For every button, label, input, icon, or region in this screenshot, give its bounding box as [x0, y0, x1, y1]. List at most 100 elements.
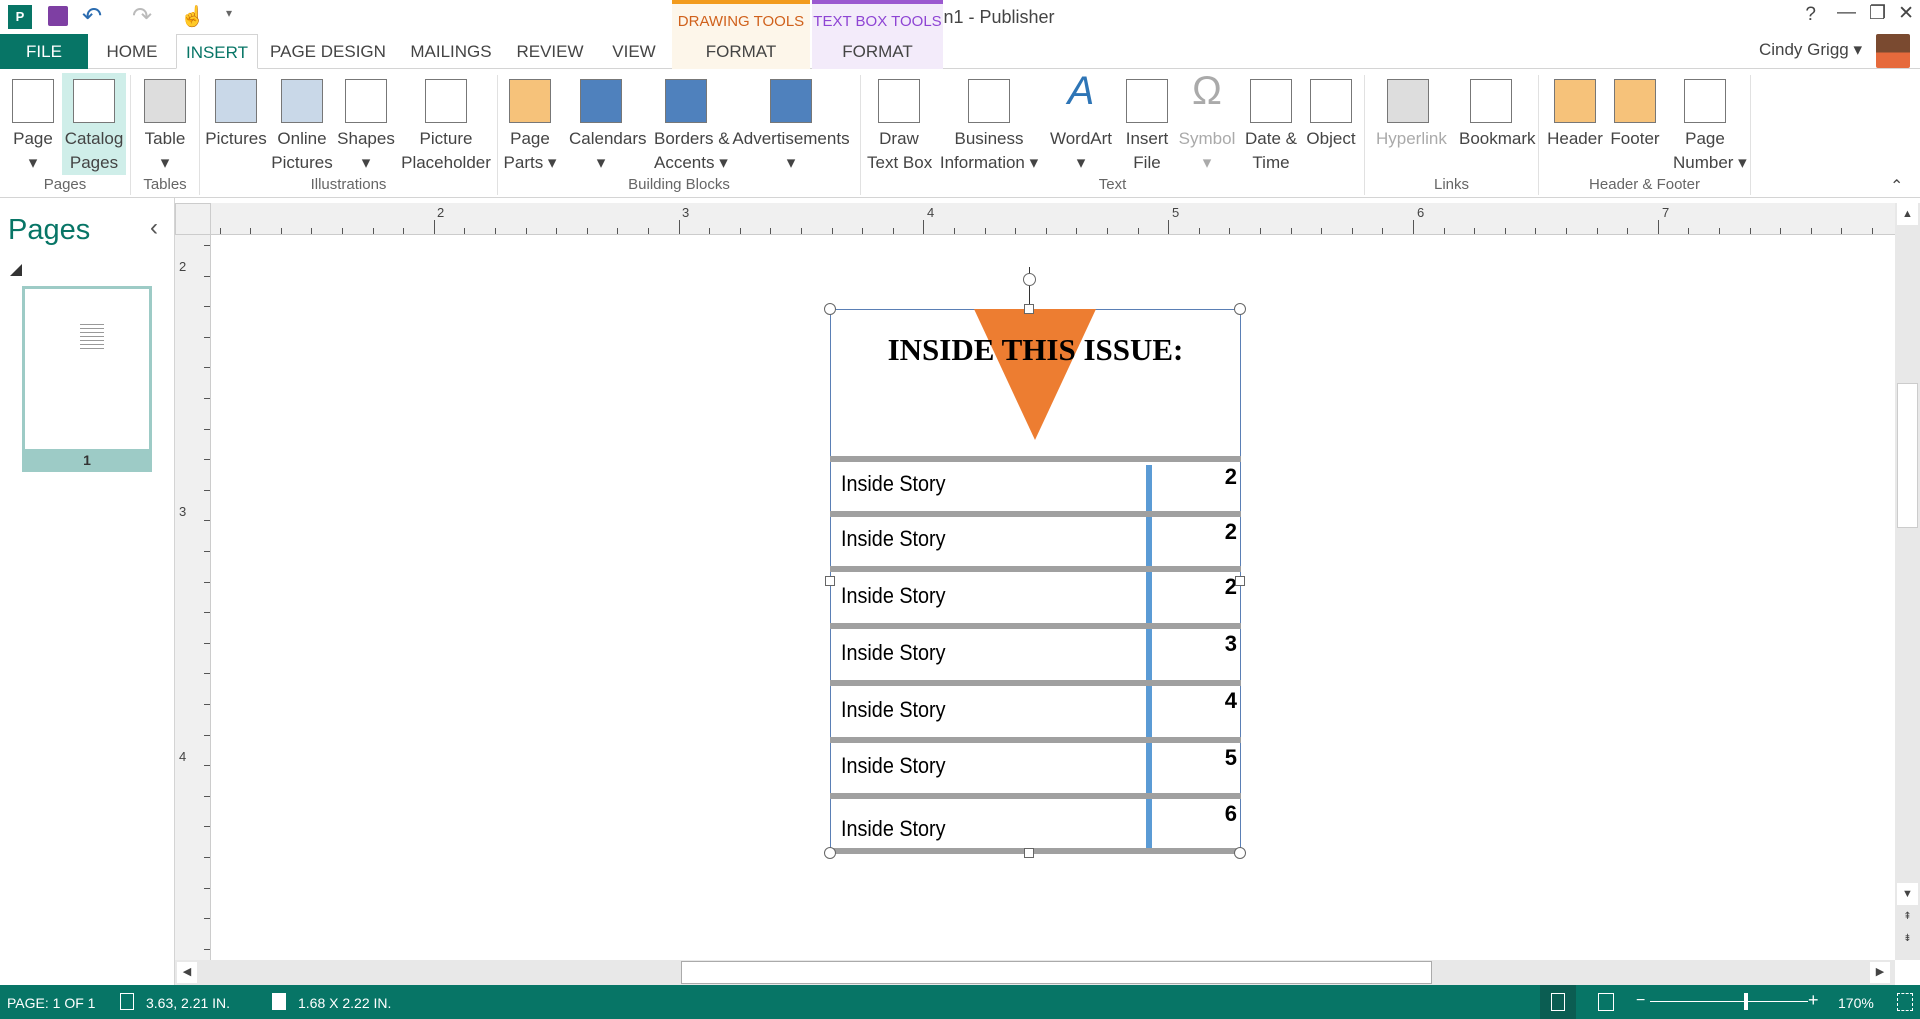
zoom-level[interactable]: 170% [1838, 995, 1874, 1011]
catalog-pages-icon [73, 79, 115, 123]
footer-icon [1614, 79, 1656, 123]
scroll-right-button[interactable]: ▶ [1870, 962, 1890, 983]
insert-file-button[interactable]: Insert File [1115, 73, 1179, 175]
tab-format-drawing[interactable]: FORMAT [672, 34, 810, 69]
horizontal-scrollbar[interactable]: ◀ ▶ [175, 960, 1895, 985]
draw-text-box-button[interactable]: Draw Text Box [867, 73, 932, 175]
toc-row[interactable]: Inside Story 2 [830, 517, 1241, 566]
catalog-pages-button[interactable]: Catalog Pages [62, 73, 126, 175]
toc-page-number: 4 [1224, 688, 1237, 713]
zoom-slider[interactable] [1650, 1001, 1808, 1002]
page-parts-button[interactable]: Page Parts ▾ [498, 73, 562, 175]
tab-mailings[interactable]: MAILINGS [398, 34, 504, 69]
zoom-slider-thumb[interactable] [1744, 993, 1749, 1010]
bookmark-button[interactable]: Bookmark [1459, 73, 1536, 175]
object-button[interactable]: Object [1299, 73, 1363, 175]
borders-accents-button[interactable]: Borders & Accents ▾ [654, 73, 730, 175]
hyperlink-button[interactable]: Hyperlink [1376, 73, 1447, 175]
side-resize-handle[interactable] [825, 576, 835, 586]
picture-placeholder-button[interactable]: Picture Placeholder [394, 73, 499, 175]
previous-page-button[interactable]: ⇞ [1897, 911, 1918, 922]
expand-triangle-icon[interactable] [10, 264, 22, 276]
page-number-button[interactable]: Page Number ▾ [1673, 73, 1747, 175]
toc-row[interactable]: Inside Story 2 [830, 462, 1241, 511]
tab-format-text-box[interactable]: FORMAT [812, 34, 943, 69]
toc-row[interactable]: Inside Story 2 [830, 572, 1241, 623]
tab-home[interactable]: HOME [88, 34, 176, 69]
shapes-icon [345, 79, 387, 123]
page-button[interactable]: Page ▾ [1, 73, 65, 175]
collapse-ribbon-icon[interactable]: ⌃ [1890, 176, 1903, 196]
toc-row[interactable]: Inside Story 5 [830, 743, 1241, 793]
advertisements-icon [770, 79, 812, 123]
horizontal-scroll-thumb[interactable] [681, 961, 1432, 984]
page-number-icon [1684, 79, 1726, 123]
corner-resize-handle[interactable] [1234, 847, 1246, 859]
ruler-tick [204, 336, 210, 338]
hyperlink-icon [1387, 79, 1429, 123]
vertical-scrollbar[interactable]: ▲ ▼ ⇞ ⇟ [1895, 203, 1920, 960]
scroll-up-button[interactable]: ▲ [1897, 203, 1918, 225]
shapes-button[interactable]: Shapes ▾ [334, 73, 398, 175]
corner-resize-handle[interactable] [824, 303, 836, 315]
tab-review[interactable]: REVIEW [504, 34, 596, 69]
button-label: Calendars [569, 129, 647, 148]
ruler-tick [204, 581, 210, 583]
page-thumbnail[interactable]: 1 [22, 286, 152, 472]
tab-insert[interactable]: INSERT [176, 34, 258, 69]
corner-resize-handle[interactable] [1234, 303, 1246, 315]
side-resize-handle[interactable] [1024, 848, 1034, 858]
ruler-tick [204, 612, 210, 614]
status-bar: PAGE: 1 OF 1 3.63, 2.21 IN. 1.68 X 2.22 … [0, 985, 1920, 1019]
page-parts-icon [509, 79, 551, 123]
rotation-handle[interactable] [1023, 273, 1036, 286]
tab-view[interactable]: VIEW [596, 34, 672, 69]
header-button[interactable]: Header [1543, 73, 1607, 175]
corner-resize-handle[interactable] [824, 847, 836, 859]
ruler-tick [556, 228, 558, 234]
calendars-button[interactable]: Calendars ▾ [569, 73, 647, 175]
zoom-out-button[interactable]: − [1636, 992, 1645, 1010]
insert-file-icon [1126, 79, 1168, 123]
wordart-button[interactable]: A WordArt ▾ [1049, 71, 1113, 175]
ruler-tick [1841, 228, 1843, 234]
ruler-tick [1504, 228, 1506, 234]
advertisements-button[interactable]: Advertisements ▾ [725, 73, 857, 175]
restore-button[interactable]: ❐ [1869, 2, 1886, 25]
pages-pane: Pages ‹ 1 [0, 198, 175, 985]
toc-row[interactable]: Inside Story 6 [830, 799, 1241, 848]
tab-file[interactable]: FILE [0, 34, 88, 69]
close-button[interactable]: ✕ [1898, 2, 1914, 25]
ruler-tick [495, 228, 496, 234]
minimize-button[interactable]: — [1837, 2, 1856, 24]
date-time-button[interactable]: Date & Time [1239, 73, 1303, 175]
toc-row[interactable]: Inside Story 3 [830, 629, 1241, 680]
horizontal-ruler[interactable]: 2 3 4 5 6 7 [175, 203, 1904, 235]
next-page-button[interactable]: ⇟ [1897, 933, 1918, 944]
two-page-view-button[interactable] [1598, 993, 1614, 1011]
toc-row[interactable]: Inside Story 4 [830, 686, 1241, 737]
collapse-pane-button[interactable]: ‹ [150, 214, 158, 242]
single-page-view-button[interactable] [1540, 985, 1576, 1019]
ruler-tick [1566, 228, 1567, 234]
toc-story-title: Inside Story [841, 753, 946, 778]
vertical-ruler[interactable]: 2 3 4 [175, 235, 211, 960]
side-resize-handle[interactable] [1024, 304, 1034, 314]
tab-page-design[interactable]: PAGE DESIGN [258, 34, 398, 69]
footer-button[interactable]: Footer [1603, 73, 1667, 175]
table-button[interactable]: Table ▾ [133, 73, 197, 175]
help-button[interactable]: ? [1805, 4, 1816, 26]
page-indicator[interactable]: PAGE: 1 OF 1 [7, 995, 95, 1011]
fit-page-button[interactable] [1897, 993, 1913, 1011]
zoom-in-button[interactable]: + [1808, 990, 1819, 1011]
business-information-button[interactable]: Business Information ▾ [928, 73, 1051, 175]
ruler-tick [204, 795, 210, 797]
vertical-scroll-thumb[interactable] [1897, 383, 1918, 528]
side-resize-handle[interactable] [1235, 576, 1245, 586]
pictures-button[interactable]: Pictures [204, 73, 268, 175]
symbol-button[interactable]: Ω Symbol ▾ [1175, 71, 1239, 175]
scroll-down-button[interactable]: ▼ [1897, 883, 1918, 905]
ruler-tick [1749, 228, 1751, 234]
online-pictures-button[interactable]: Online Pictures [270, 73, 334, 175]
scroll-left-button[interactable]: ◀ [177, 962, 197, 983]
